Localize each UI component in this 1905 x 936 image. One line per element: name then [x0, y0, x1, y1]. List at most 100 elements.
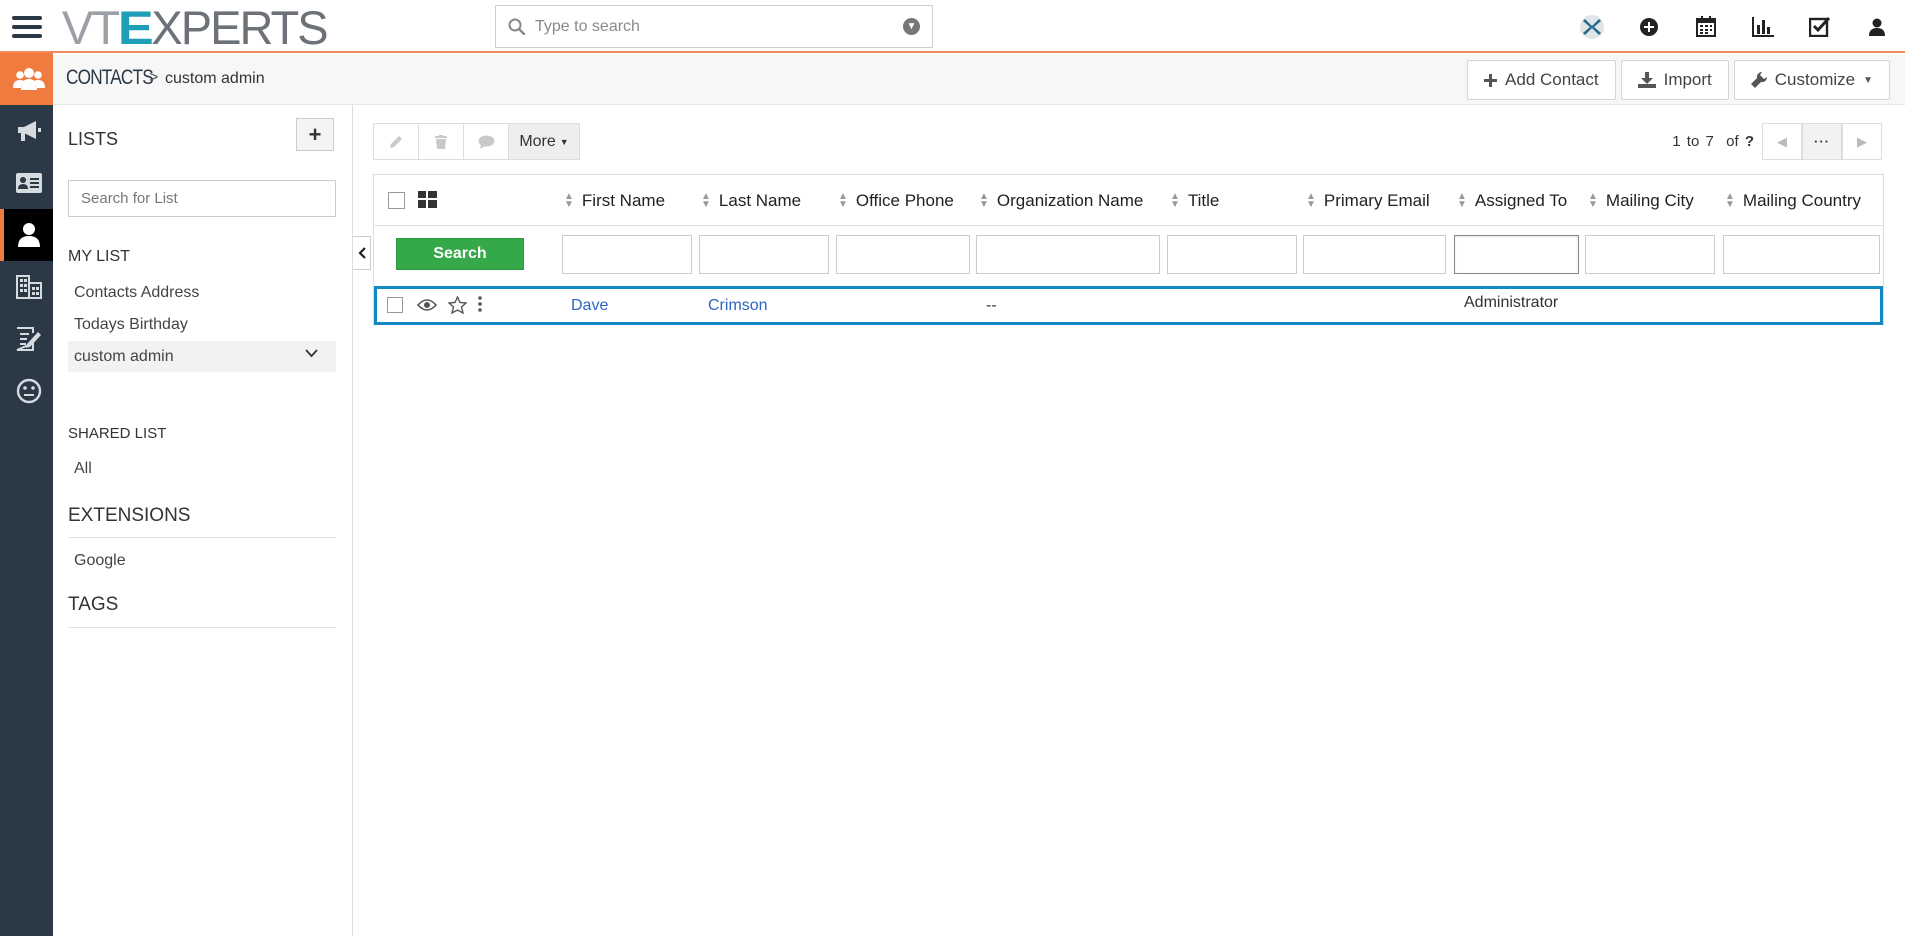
import-button[interactable]: Import	[1620, 60, 1729, 100]
bar-chart-icon[interactable]	[1734, 0, 1791, 53]
cell-last-name[interactable]: Crimson	[708, 289, 768, 322]
customize-button[interactable]: Customize ▼	[1733, 60, 1890, 100]
column-mailing-country[interactable]: ▲ ▼ Mailing Country	[1725, 175, 1861, 226]
edit-document-icon	[16, 327, 41, 351]
sort-icon: ▲ ▼	[1170, 190, 1180, 210]
column-mailing-city[interactable]: ▲ ▼ Mailing City	[1588, 175, 1694, 226]
vtexperts-logo[interactable]: VT E XPERTS	[62, 0, 329, 54]
table-row[interactable]: Dave Crimson -- Administrator	[374, 286, 1883, 325]
chevron-down-icon[interactable]	[305, 349, 318, 358]
chevron-left-icon: ◀	[1777, 133, 1787, 149]
calendar-icon[interactable]	[1677, 0, 1734, 53]
column-assigned-to[interactable]: ▲ ▼ Assigned To	[1457, 175, 1567, 226]
list-item-label: custom admin	[74, 347, 174, 365]
sort-icon: ▲ ▼	[701, 190, 711, 210]
column-label: Mailing City	[1605, 190, 1694, 210]
rail-tickets[interactable]	[0, 365, 53, 417]
extension-label: Google	[74, 551, 126, 569]
column-layout-icon[interactable]	[418, 191, 437, 208]
list-item-contacts-address[interactable]: Contacts Address	[68, 277, 336, 308]
search-placeholder[interactable]: Type to search	[535, 18, 903, 36]
star-icon[interactable]	[448, 296, 467, 314]
filter-mailing-country-input[interactable]	[1723, 235, 1880, 274]
caret-down-icon: ▼	[1863, 74, 1873, 86]
filter-office-phone-input[interactable]	[836, 235, 970, 274]
column-title[interactable]: ▲ ▼ Title	[1170, 175, 1219, 226]
list-toolbar: More ▼	[373, 123, 580, 160]
add-contact-label: Add Contact	[1505, 70, 1599, 89]
filter-title-input[interactable]	[1167, 235, 1297, 274]
tags-title: TAGS	[68, 594, 119, 615]
download-icon	[1637, 72, 1656, 88]
vtexperts-icon[interactable]	[1563, 0, 1620, 53]
trash-icon	[435, 134, 447, 149]
column-office-phone[interactable]: ▲ ▼ Office Phone	[838, 175, 954, 226]
filter-primary-email-input[interactable]	[1303, 235, 1446, 274]
add-contact-button[interactable]: Add Contact	[1467, 60, 1616, 100]
filter-organization-name-input[interactable]	[976, 235, 1160, 274]
more-dropdown[interactable]: More ▼	[509, 124, 579, 159]
rail-organizations[interactable]	[0, 261, 53, 313]
list-search-input[interactable]	[68, 180, 336, 217]
shared-list-title: SHARED LIST	[68, 425, 167, 442]
cell-organization-name: --	[986, 296, 997, 314]
column-organization-name[interactable]: ▲ ▼ Organization Name	[979, 175, 1143, 226]
column-last-name[interactable]: ▲ ▼ Last Name	[701, 175, 801, 226]
next-page-button[interactable]: ▶	[1842, 123, 1882, 160]
column-first-name[interactable]: ▲ ▼ First Name	[564, 175, 665, 226]
more-vertical-icon[interactable]	[478, 296, 482, 312]
column-label: First Name	[581, 190, 666, 210]
column-primary-email[interactable]: ▲ ▼ Primary Email	[1306, 175, 1430, 226]
search-button[interactable]: Search	[396, 238, 524, 270]
select-all-checkbox[interactable]	[388, 192, 405, 209]
plus-circle-icon[interactable]	[1620, 0, 1677, 53]
filter-mailing-city-input[interactable]	[1585, 235, 1715, 274]
search-options-chevron-icon[interactable]: ▼	[903, 18, 920, 35]
neutral-face-icon	[16, 378, 41, 404]
delete-button[interactable]	[419, 124, 464, 159]
list-item-label: All	[74, 459, 92, 477]
top-bar: VT E XPERTS Type to search ▼	[0, 0, 1905, 53]
filter-first-name-input[interactable]	[562, 235, 692, 274]
filter-assigned-to-input[interactable]	[1454, 235, 1579, 274]
comment-icon	[478, 135, 494, 149]
prev-page-button[interactable]: ◀	[1762, 123, 1802, 160]
list-item-all[interactable]: All	[68, 453, 336, 484]
edit-button[interactable]	[374, 124, 419, 159]
megaphone-icon	[17, 121, 41, 141]
collapse-sidebar-chevron-left-icon[interactable]	[353, 236, 371, 270]
row-checkbox[interactable]	[387, 297, 403, 313]
divider	[68, 537, 336, 538]
filter-row: Search	[374, 226, 1883, 284]
checkbox-icon[interactable]	[1791, 0, 1848, 53]
rail-contacts[interactable]	[0, 209, 53, 261]
plus-icon	[1484, 73, 1498, 87]
column-label: Organization Name	[996, 190, 1144, 210]
sort-icon: ▲ ▼	[1306, 190, 1316, 210]
page-jump-button[interactable]: ···	[1802, 123, 1842, 160]
module-header: CONTACTS > custom admin Add Contact Impo…	[53, 55, 1905, 105]
list-item-todays-birthday[interactable]: Todays Birthday	[68, 309, 336, 340]
comment-button[interactable]	[464, 124, 509, 159]
rail-contacts-group[interactable]	[0, 53, 53, 105]
pagination: 1 to 7 of ? ◀ ··· ▶	[1672, 123, 1882, 160]
extension-item-google[interactable]: Google	[68, 545, 336, 576]
rail-leads[interactable]	[0, 157, 53, 209]
user-icon	[17, 223, 40, 247]
rail-documents[interactable]	[0, 313, 53, 365]
cell-assigned-to: Administrator	[1464, 293, 1559, 311]
more-label: More	[519, 132, 556, 150]
total-count[interactable]: ?	[1745, 133, 1754, 150]
user-icon[interactable]	[1848, 0, 1905, 53]
hamburger-menu-icon[interactable]	[0, 0, 53, 53]
cell-first-name[interactable]: Dave	[571, 289, 608, 322]
breadcrumb-module[interactable]: CONTACTS	[66, 66, 154, 90]
filter-last-name-input[interactable]	[699, 235, 829, 274]
logo-text-x: E	[117, 0, 154, 54]
import-label: Import	[1663, 70, 1712, 89]
list-item-custom-admin[interactable]: custom admin	[68, 341, 336, 372]
rail-marketing[interactable]	[0, 105, 53, 157]
eye-icon[interactable]	[417, 298, 437, 312]
add-list-button[interactable]: +	[296, 118, 334, 151]
global-search[interactable]: Type to search ▼	[495, 5, 933, 48]
